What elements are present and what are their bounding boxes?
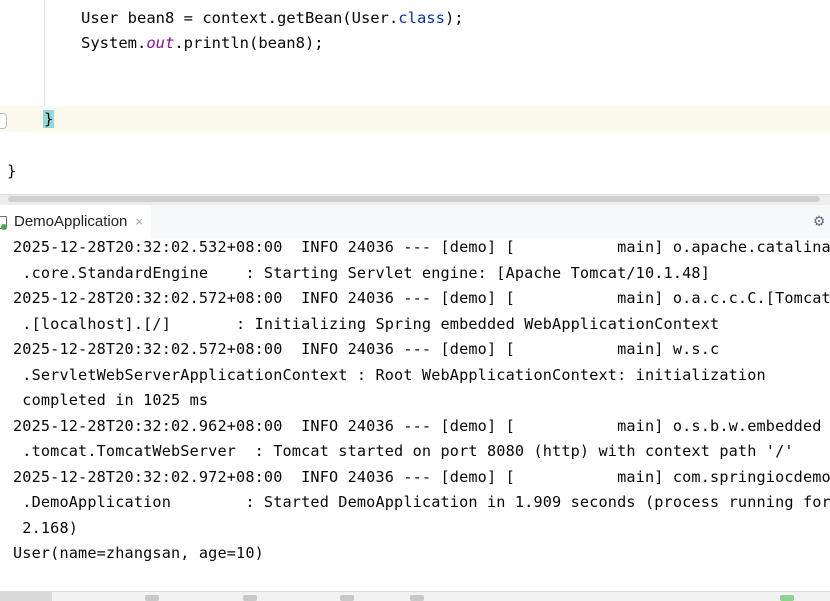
- run-config-icon: [0, 215, 8, 230]
- console-output[interactable]: 2025-12-28T20:32:02.532+08:00 INFO 24036…: [0, 238, 830, 590]
- console-line-output: User(name=zhangsan, age=10): [13, 544, 264, 562]
- code-line-println[interactable]: System.out.println(bean8);: [81, 33, 324, 53]
- toolbar-icon[interactable]: [145, 595, 159, 601]
- toolbar-icon[interactable]: [410, 595, 424, 601]
- toolbar-icon[interactable]: [243, 595, 257, 601]
- toolbar-icon[interactable]: [340, 595, 354, 601]
- tab-label: DemoApplication: [14, 213, 128, 230]
- indent-guide: [44, 0, 45, 106]
- console-line: .core.StandardEngine : Starting Servlet …: [13, 264, 711, 282]
- code-line-class-close[interactable]: }: [7, 161, 16, 181]
- code-editor[interactable]: User bean8 = context.getBean(User.class)…: [0, 0, 830, 194]
- console-line: 2.168): [13, 519, 79, 537]
- code-text: }: [7, 162, 17, 180]
- console-line: .ServletWebServerApplicationContext : Ro…: [13, 366, 766, 384]
- console-line: completed in 1025 ms: [13, 391, 209, 409]
- code-text: );: [444, 9, 464, 27]
- console-line: .DemoApplication : Started DemoApplicati…: [13, 493, 830, 511]
- tab-demo-application[interactable]: DemoApplication ×: [0, 205, 151, 240]
- console-line: 2025-12-28T20:32:02.972+08:00 INFO 24036…: [13, 468, 830, 486]
- code-text: System.: [81, 34, 147, 52]
- close-icon[interactable]: ×: [135, 214, 143, 229]
- keyword-class: class: [398, 9, 445, 27]
- console-line: 2025-12-28T20:32:02.572+08:00 INFO 24036…: [13, 289, 830, 307]
- console-line: 2025-12-28T20:32:02.962+08:00 INFO 24036…: [13, 417, 822, 435]
- matched-brace: }: [43, 110, 55, 128]
- console-line: .tomcat.TomcatWebServer : Tomcat started…: [13, 442, 794, 460]
- gear-icon[interactable]: ⚙: [814, 213, 830, 230]
- console-line: 2025-12-28T20:32:02.532+08:00 INFO 24036…: [13, 238, 830, 256]
- code-text: User bean8 = context.getBean(User.: [81, 9, 399, 27]
- fold-marker-icon[interactable]: [0, 113, 7, 129]
- code-text: .println(bean8);: [174, 34, 324, 52]
- console-line: 2025-12-28T20:32:02.572+08:00 INFO 24036…: [13, 340, 720, 358]
- scrollbar-thumb[interactable]: [8, 196, 820, 202]
- status-indicator-icon[interactable]: [780, 595, 794, 601]
- run-tool-window-tabbar: DemoApplication ×: [0, 205, 830, 240]
- code-line-getbean[interactable]: User bean8 = context.getBean(User.class)…: [81, 8, 464, 28]
- code-line-method-close[interactable]: }: [43, 109, 55, 129]
- console-line: .[localhost].[/] : Initializing Spring e…: [13, 315, 720, 333]
- current-line-highlight: [0, 106, 830, 132]
- static-field-out: out: [146, 34, 175, 52]
